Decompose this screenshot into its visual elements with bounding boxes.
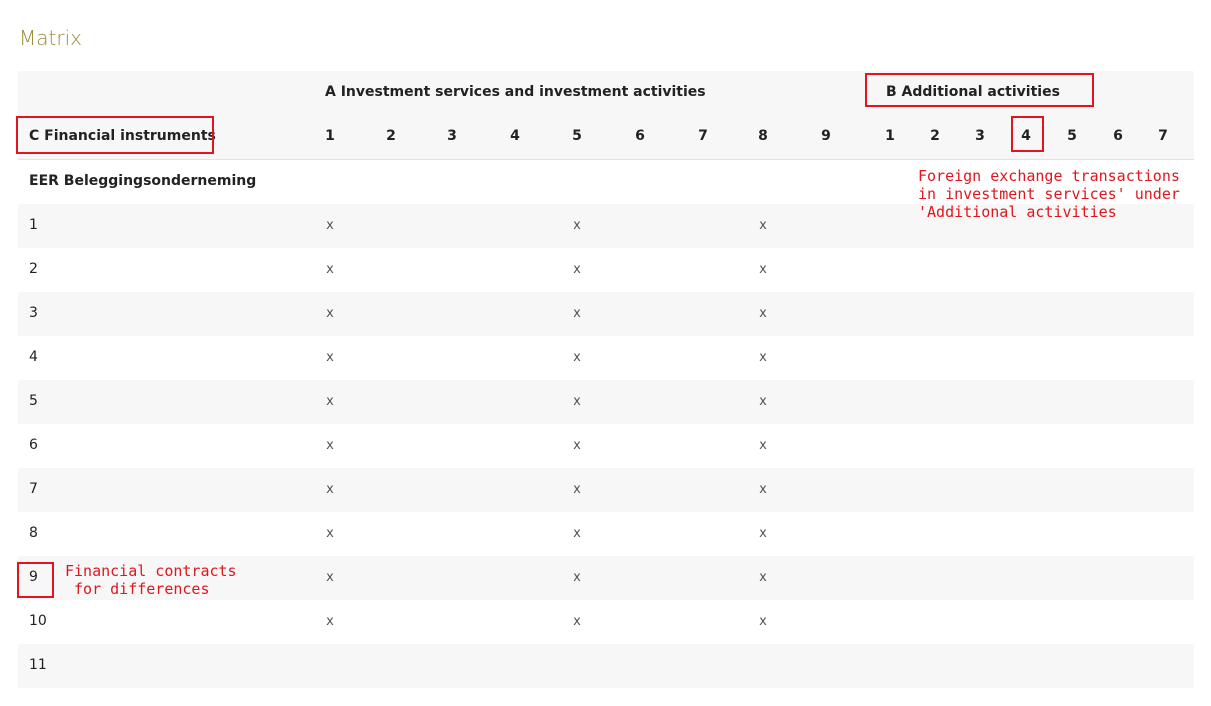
annotation-row9: Financial contracts for differences bbox=[65, 562, 237, 598]
mark-a5: x bbox=[573, 262, 581, 277]
highlight-box-financial-instruments bbox=[16, 116, 214, 154]
row-label: 7 bbox=[29, 481, 38, 497]
col-a-7: 7 bbox=[698, 128, 708, 144]
mark-a1: x bbox=[326, 614, 334, 629]
mark-a5: x bbox=[573, 306, 581, 321]
col-b-5: 5 bbox=[1067, 128, 1077, 144]
row-label: 4 bbox=[29, 349, 38, 365]
mark-a1: x bbox=[326, 306, 334, 321]
table-row: 5 x x x bbox=[18, 380, 1194, 424]
mark-a1: x bbox=[326, 262, 334, 277]
highlight-box-row9 bbox=[17, 562, 54, 598]
table-row: 3 x x x bbox=[18, 292, 1194, 336]
page-title: Matrix bbox=[19, 26, 82, 50]
annotation-b4: Foreign exchange transactions in investm… bbox=[918, 167, 1180, 221]
col-b-1: 1 bbox=[885, 128, 895, 144]
row-label: 3 bbox=[29, 305, 38, 321]
row-label: 8 bbox=[29, 525, 38, 541]
mark-a1: x bbox=[326, 350, 334, 365]
col-b-3: 3 bbox=[975, 128, 985, 144]
col-a-3: 3 bbox=[447, 128, 457, 144]
mark-a8: x bbox=[759, 262, 767, 277]
mark-a8: x bbox=[759, 438, 767, 453]
mark-a1: x bbox=[326, 218, 334, 233]
mark-a5: x bbox=[573, 394, 581, 409]
row-label: 5 bbox=[29, 393, 38, 409]
table-row: 6 x x x bbox=[18, 424, 1194, 468]
mark-a1: x bbox=[326, 438, 334, 453]
mark-a5: x bbox=[573, 526, 581, 541]
col-a-6: 6 bbox=[635, 128, 645, 144]
row-label: 1 bbox=[29, 217, 38, 233]
col-a-1: 1 bbox=[325, 128, 335, 144]
mark-a5: x bbox=[573, 350, 581, 365]
mark-a1: x bbox=[326, 482, 334, 497]
mark-a5: x bbox=[573, 218, 581, 233]
mark-a5: x bbox=[573, 438, 581, 453]
mark-a8: x bbox=[759, 482, 767, 497]
group-a-header: A Investment services and investment act… bbox=[325, 84, 706, 100]
col-b-7: 7 bbox=[1158, 128, 1168, 144]
row-label: 11 bbox=[29, 657, 47, 673]
col-a-5: 5 bbox=[572, 128, 582, 144]
table-row: 10 x x x bbox=[18, 600, 1194, 644]
mark-a8: x bbox=[759, 570, 767, 585]
mark-a8: x bbox=[759, 614, 767, 629]
mark-a8: x bbox=[759, 394, 767, 409]
table-row: 11 bbox=[18, 644, 1194, 688]
highlight-box-b4 bbox=[1011, 116, 1044, 152]
col-a-8: 8 bbox=[758, 128, 768, 144]
table-row: 7 x x x bbox=[18, 468, 1194, 512]
mark-a8: x bbox=[759, 306, 767, 321]
mark-a5: x bbox=[573, 482, 581, 497]
table-row: 2 x x x bbox=[18, 248, 1194, 292]
mark-a5: x bbox=[573, 614, 581, 629]
col-b-6: 6 bbox=[1113, 128, 1123, 144]
highlight-box-additional-activities bbox=[865, 73, 1094, 107]
row-label: 6 bbox=[29, 437, 38, 453]
mark-a5: x bbox=[573, 570, 581, 585]
col-a-2: 2 bbox=[386, 128, 396, 144]
col-a-9: 9 bbox=[821, 128, 831, 144]
table-row: 8 x x x bbox=[18, 512, 1194, 556]
mark-a8: x bbox=[759, 218, 767, 233]
mark-a8: x bbox=[759, 350, 767, 365]
mark-a1: x bbox=[326, 394, 334, 409]
col-b-2: 2 bbox=[930, 128, 940, 144]
table-row: 4 x x x bbox=[18, 336, 1194, 380]
mark-a1: x bbox=[326, 570, 334, 585]
section-label: EER Beleggingsonderneming bbox=[29, 173, 257, 189]
row-label: 2 bbox=[29, 261, 38, 277]
mark-a1: x bbox=[326, 526, 334, 541]
col-a-4: 4 bbox=[510, 128, 520, 144]
row-label: 10 bbox=[29, 613, 47, 629]
mark-a8: x bbox=[759, 526, 767, 541]
